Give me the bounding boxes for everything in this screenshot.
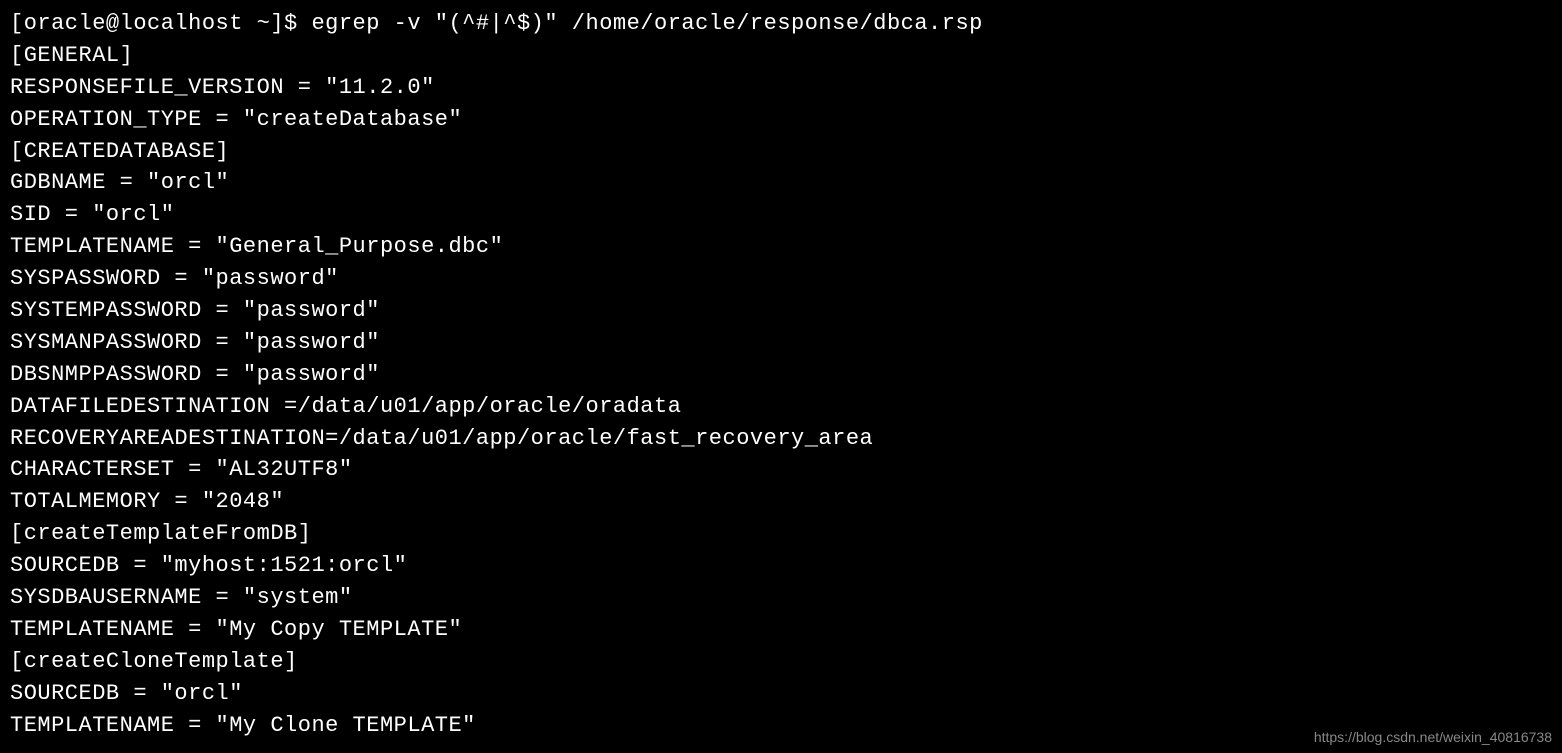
terminal-line: OPERATION_TYPE = "createDatabase" xyxy=(10,104,1552,136)
terminal-prompt-line: [oracle@localhost ~]$ egrep -v "(^#|^$)"… xyxy=(10,8,1552,40)
terminal-line: TEMPLATENAME = "My Copy TEMPLATE" xyxy=(10,614,1552,646)
watermark-text: https://blog.csdn.net/weixin_40816738 xyxy=(1314,727,1552,747)
terminal-line: SYSTEMPASSWORD = "password" xyxy=(10,295,1552,327)
terminal-line: SOURCEDB = "myhost:1521:orcl" xyxy=(10,550,1552,582)
terminal-line: DBSNMPPASSWORD = "password" xyxy=(10,359,1552,391)
terminal-line: GDBNAME = "orcl" xyxy=(10,167,1552,199)
terminal-line: [GENERAL] xyxy=(10,40,1552,72)
terminal-line: [createTemplateFromDB] xyxy=(10,518,1552,550)
terminal-line: DATAFILEDESTINATION =/data/u01/app/oracl… xyxy=(10,391,1552,423)
terminal-line: RESPONSEFILE_VERSION = "11.2.0" xyxy=(10,72,1552,104)
terminal-line: RECOVERYAREADESTINATION=/data/u01/app/or… xyxy=(10,423,1552,455)
terminal-line: SID = "orcl" xyxy=(10,199,1552,231)
terminal-line: [CREATEDATABASE] xyxy=(10,136,1552,168)
terminal-line: SYSMANPASSWORD = "password" xyxy=(10,327,1552,359)
terminal-line: SYSDBAUSERNAME = "system" xyxy=(10,582,1552,614)
terminal-line: TEMPLATENAME = "General_Purpose.dbc" xyxy=(10,231,1552,263)
terminal-line: CHARACTERSET = "AL32UTF8" xyxy=(10,454,1552,486)
terminal-line: SYSPASSWORD = "password" xyxy=(10,263,1552,295)
terminal-line: TOTALMEMORY = "2048" xyxy=(10,486,1552,518)
terminal-line: [createCloneTemplate] xyxy=(10,646,1552,678)
terminal-output[interactable]: [oracle@localhost ~]$ egrep -v "(^#|^$)"… xyxy=(10,8,1552,741)
terminal-line: SOURCEDB = "orcl" xyxy=(10,678,1552,710)
